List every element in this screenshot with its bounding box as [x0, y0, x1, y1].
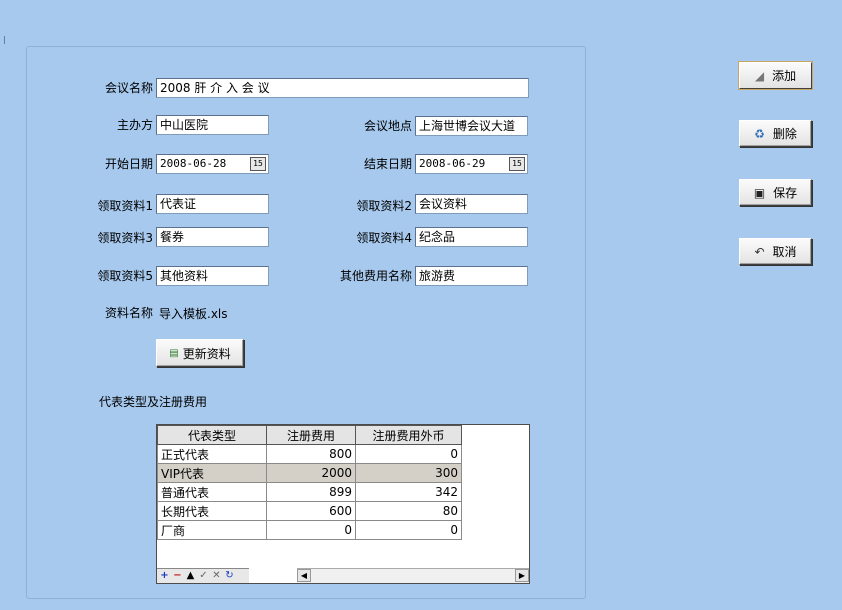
table-row[interactable]: 长期代表 600 80: [157, 501, 462, 521]
add-button-label: 添加: [772, 69, 797, 83]
scroll-left-icon[interactable]: ◀: [297, 569, 311, 582]
cell-fee-fx[interactable]: 0: [355, 444, 462, 464]
cell-fee[interactable]: 600: [266, 501, 356, 521]
save-button-label: 保存: [773, 186, 798, 200]
post-icon[interactable]: ✓: [198, 570, 209, 582]
table-row[interactable]: 正式代表 800 0: [157, 444, 462, 464]
location-label: 会议地点: [363, 119, 412, 133]
add-row-icon[interactable]: +: [159, 570, 170, 582]
delete-button-label: 删除: [772, 127, 797, 141]
start-date-label: 开始日期: [104, 157, 153, 171]
host-label: 主办方: [116, 118, 153, 132]
material4-field[interactable]: 纪念品: [415, 227, 528, 247]
update-materials-button[interactable]: ▤ 更新资料: [156, 339, 244, 367]
column-header-fee[interactable]: 注册费用: [266, 425, 356, 445]
window-edge-mark: [4, 36, 5, 44]
cell-fee-fx[interactable]: 0: [355, 520, 462, 540]
cell-fee[interactable]: 899: [266, 482, 356, 502]
start-date-value: 2008-06-28: [160, 157, 227, 170]
cell-type[interactable]: VIP代表: [157, 463, 267, 483]
cell-fee[interactable]: 800: [266, 444, 356, 464]
move-up-icon[interactable]: ▲: [185, 570, 196, 582]
material2-field[interactable]: 会议资料: [415, 194, 528, 214]
host-field[interactable]: 中山医院: [156, 115, 269, 135]
end-date-picker[interactable]: 2008-06-29 15: [415, 154, 528, 174]
start-date-picker[interactable]: 2008-06-28 15: [156, 154, 269, 174]
recycle-icon: ♻: [754, 126, 765, 141]
end-date-value: 2008-06-29: [419, 157, 486, 170]
add-button[interactable]: ◢ 添加: [739, 62, 812, 89]
doc-name-value: 导入模板.xls: [159, 307, 228, 321]
cell-type[interactable]: 普通代表: [157, 482, 267, 502]
refresh-icon[interactable]: ↻: [224, 570, 235, 582]
undo-icon: ↶: [754, 244, 765, 259]
fee-grid[interactable]: 代表类型 注册费用 注册费用外币 正式代表 800 0 VIP代表 2000 3…: [156, 424, 530, 584]
cancel-edit-icon[interactable]: ✕: [211, 570, 222, 582]
cell-type[interactable]: 厂商: [157, 520, 267, 540]
material3-label: 领取资料3: [97, 231, 153, 245]
doc-name-label: 资料名称: [104, 306, 153, 320]
cell-fee[interactable]: 2000: [266, 463, 356, 483]
meeting-name-label: 会议名称: [104, 81, 153, 95]
cell-type[interactable]: 正式代表: [157, 444, 267, 464]
save-button[interactable]: ▣ 保存: [739, 179, 812, 206]
grid-title: 代表类型及注册费用: [99, 395, 208, 409]
cell-fee-fx[interactable]: 300: [355, 463, 462, 483]
column-header-fee-fx[interactable]: 注册费用外币: [355, 425, 462, 445]
calendar-icon[interactable]: 15: [509, 157, 525, 171]
cancel-button-label: 取消: [772, 245, 797, 259]
spreadsheet-icon: ▤: [169, 347, 179, 359]
material1-field[interactable]: 代表证: [156, 194, 269, 214]
material5-label: 领取资料5: [97, 269, 153, 283]
material3-field[interactable]: 餐券: [156, 227, 269, 247]
table-row[interactable]: VIP代表 2000 300: [157, 463, 462, 483]
other-fee-label: 其他费用名称: [339, 269, 412, 283]
floppy-disk-icon: ▣: [753, 185, 766, 200]
end-date-label: 结束日期: [363, 157, 412, 171]
cell-fee[interactable]: 0: [266, 520, 356, 540]
table-row[interactable]: 普通代表 899 342: [157, 482, 462, 502]
calendar-icon[interactable]: 15: [250, 157, 266, 171]
material5-field[interactable]: 其他资料: [156, 266, 269, 286]
cell-type[interactable]: 长期代表: [157, 501, 267, 521]
column-header-type[interactable]: 代表类型: [157, 425, 267, 445]
fee-table: 代表类型 注册费用 注册费用外币 正式代表 800 0 VIP代表 2000 3…: [157, 425, 462, 540]
grid-horizontal-scrollbar[interactable]: ◀ ▶: [297, 568, 529, 583]
grid-navigator: + − ▲ ✓ ✕ ↻: [157, 568, 249, 583]
other-fee-field[interactable]: 旅游费: [415, 266, 528, 286]
location-field[interactable]: 上海世博会议大道: [415, 116, 528, 136]
material1-label: 领取资料1: [97, 199, 153, 213]
delete-row-icon[interactable]: −: [172, 570, 183, 582]
material4-label: 领取资料4: [356, 231, 412, 245]
cell-fee-fx[interactable]: 342: [355, 482, 462, 502]
cancel-button[interactable]: ↶ 取消: [739, 238, 812, 265]
table-row[interactable]: 厂商 0 0: [157, 520, 462, 540]
cell-fee-fx[interactable]: 80: [355, 501, 462, 521]
scroll-right-icon[interactable]: ▶: [515, 569, 529, 582]
update-materials-label: 更新资料: [182, 346, 231, 361]
meeting-name-field[interactable]: 2008 肝 介 入 会 议: [156, 78, 529, 98]
page-icon: ◢: [754, 68, 765, 83]
material2-label: 领取资料2: [356, 199, 412, 213]
delete-button[interactable]: ♻ 删除: [739, 120, 812, 147]
